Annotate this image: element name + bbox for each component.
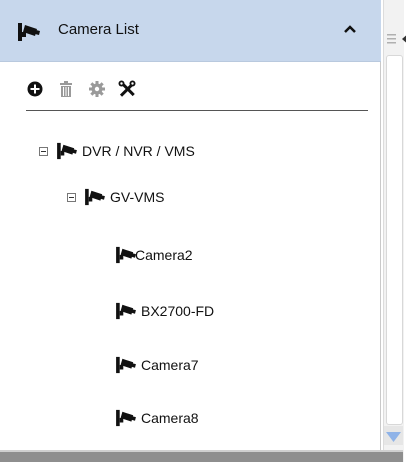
tree-node-camera[interactable]: Camera7 — [115, 354, 199, 376]
arrow-down-icon — [386, 432, 401, 442]
tree-node-label: Camera7 — [141, 357, 199, 373]
chevron-up-icon[interactable] — [343, 24, 357, 34]
gear-icon[interactable] — [88, 80, 106, 98]
tree-node-label: DVR / NVR / VMS — [82, 143, 195, 159]
toolbar — [0, 62, 381, 110]
menu-toggle-icon[interactable] — [387, 33, 409, 45]
panel-header[interactable]: Camera List — [0, 0, 381, 62]
tree-node-camera[interactable]: Camera8 — [115, 407, 199, 429]
trash-icon[interactable] — [57, 80, 75, 98]
scrollbar-thumb[interactable] — [386, 55, 403, 425]
tree-node-label: BX2700-FD — [141, 303, 215, 319]
camera-icon — [116, 409, 136, 427]
add-icon[interactable] — [26, 80, 44, 98]
camera-list-panel: Camera List DVR / NVR / VMS GV-VMS Camer… — [0, 0, 381, 462]
tree-node-label: GV-VMS — [110, 189, 165, 205]
camera-icon — [116, 356, 136, 374]
camera-icon — [57, 142, 77, 160]
camera-icon — [116, 302, 136, 320]
collapse-toggle-icon[interactable] — [39, 146, 48, 156]
tree-node-label: Camera8 — [141, 410, 199, 426]
camera-icon — [85, 188, 105, 206]
tree-node-root[interactable]: DVR / NVR / VMS — [39, 140, 195, 162]
tools-icon[interactable] — [118, 80, 136, 98]
collapse-toggle-icon[interactable] — [67, 192, 76, 202]
horizontal-scrollbar[interactable] — [0, 452, 403, 462]
camera-icon — [116, 246, 136, 264]
tree-node-group[interactable]: GV-VMS — [67, 186, 164, 208]
tree-node-camera[interactable]: BX2700-FD — [115, 300, 214, 322]
camera-icon — [18, 23, 40, 41]
tree-node-label: Camera2 — [135, 247, 193, 263]
tree-node-camera[interactable]: Camera2 — [115, 244, 193, 266]
camera-tree: DVR / NVR / VMS GV-VMS Camera2 BX2700-FD… — [0, 111, 381, 462]
panel-title: Camera List — [58, 21, 139, 38]
